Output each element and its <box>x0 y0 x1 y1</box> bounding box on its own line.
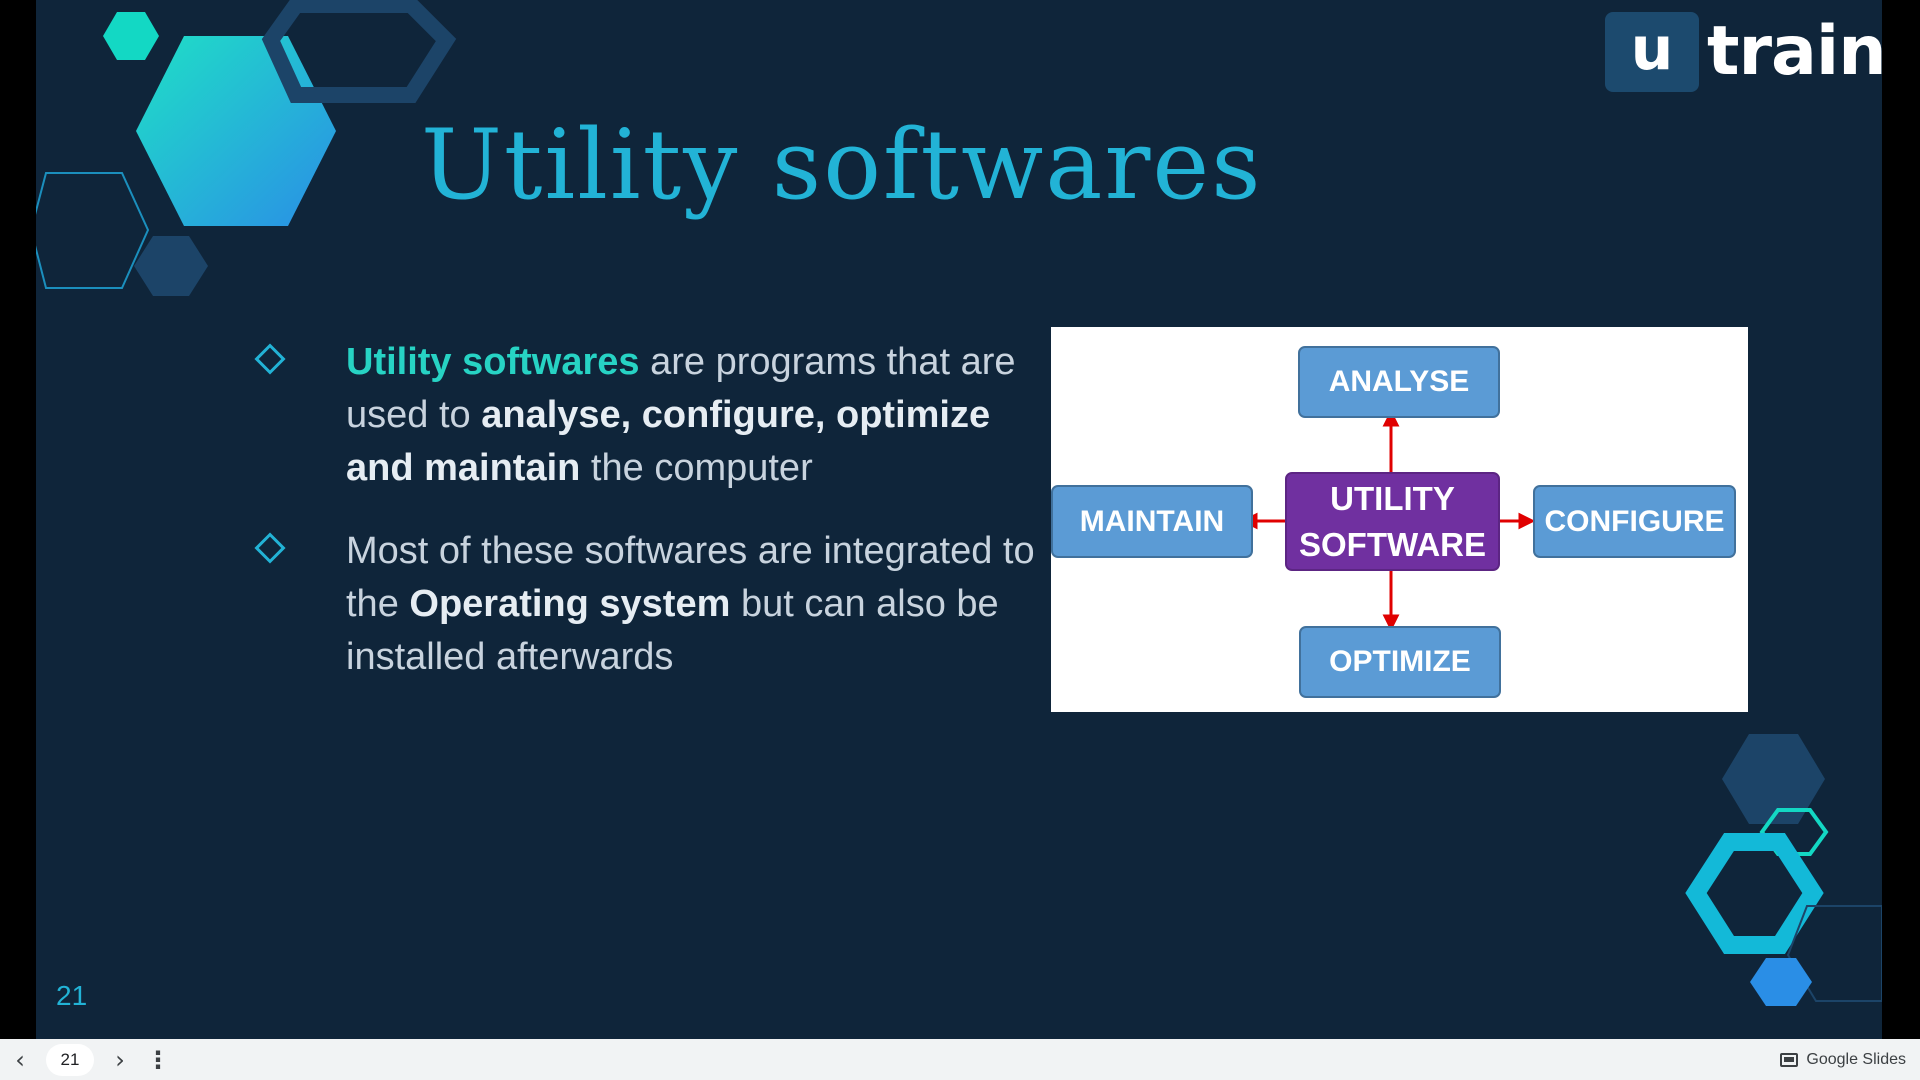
presentation-toolbar: ‹ 21 › ⋮ Google Slides <box>0 1039 1920 1080</box>
utrain-logo: u train <box>1605 12 1882 92</box>
optimize-box: OPTIMIZE <box>1299 626 1501 698</box>
chevron-left-icon: ‹ <box>15 1045 25 1074</box>
center-box-line2: SOFTWARE <box>1299 525 1486 563</box>
bullet-item: Most of these softwares are integrated t… <box>252 525 1052 684</box>
chevron-right-icon: › <box>115 1045 125 1074</box>
slide-page-number: 21 <box>56 980 88 1011</box>
large-gradient-hexagon <box>136 36 336 226</box>
slide-title: Utility softwares <box>421 109 1263 221</box>
bullet-text-part: the computer <box>580 447 813 489</box>
more-options-button[interactable]: ⋮ <box>140 1040 176 1080</box>
slides-icon <box>1780 1052 1799 1067</box>
bullet-list: Utility softwares are programs that are … <box>252 336 1052 714</box>
analyse-box: ANALYSE <box>1298 346 1500 418</box>
diamond-bullet-icon <box>254 532 286 564</box>
maintain-box: MAINTAIN <box>1051 485 1253 558</box>
outline-hexagon-top <box>261 0 457 103</box>
slide: u train Utility softwares Utility softwa… <box>36 0 1882 1039</box>
small-teal-hexagon <box>103 12 159 60</box>
bullet-lead: Utility softwares <box>346 341 640 383</box>
utility-software-diagram: ANALYSE UTILITY SOFTWARE CONFIGURE OPTIM… <box>1051 327 1748 712</box>
center-box-line1: UTILITY <box>1330 479 1455 517</box>
bullet-text: Utility softwares are programs that are … <box>346 336 1052 495</box>
small-navy-hexagon-left <box>134 236 208 296</box>
logo-letter: u <box>1605 12 1699 92</box>
configure-box: CONFIGURE <box>1533 485 1736 558</box>
previous-slide-button[interactable]: ‹ <box>0 1040 40 1080</box>
google-slides-link[interactable]: Google Slides <box>1780 1039 1906 1080</box>
bullet-item: Utility softwares are programs that are … <box>252 336 1052 495</box>
next-slide-button[interactable]: › <box>100 1040 140 1080</box>
bullet-bold-part: Operating system <box>409 583 731 625</box>
brand-label: Google Slides <box>1806 1050 1906 1068</box>
diamond-bullet-icon <box>254 343 286 375</box>
small-blue-hexagon <box>1750 958 1812 1006</box>
cyan-outline-hexagon <box>1685 833 1824 954</box>
current-page-indicator[interactable]: 21 <box>46 1043 94 1076</box>
logo-word: train <box>1707 12 1882 91</box>
utility-software-box: UTILITY SOFTWARE <box>1285 472 1500 571</box>
more-vertical-icon: ⋮ <box>146 1045 170 1074</box>
bullet-text: Most of these softwares are integrated t… <box>346 525 1052 684</box>
thin-outline-hexagon-left <box>36 172 150 289</box>
